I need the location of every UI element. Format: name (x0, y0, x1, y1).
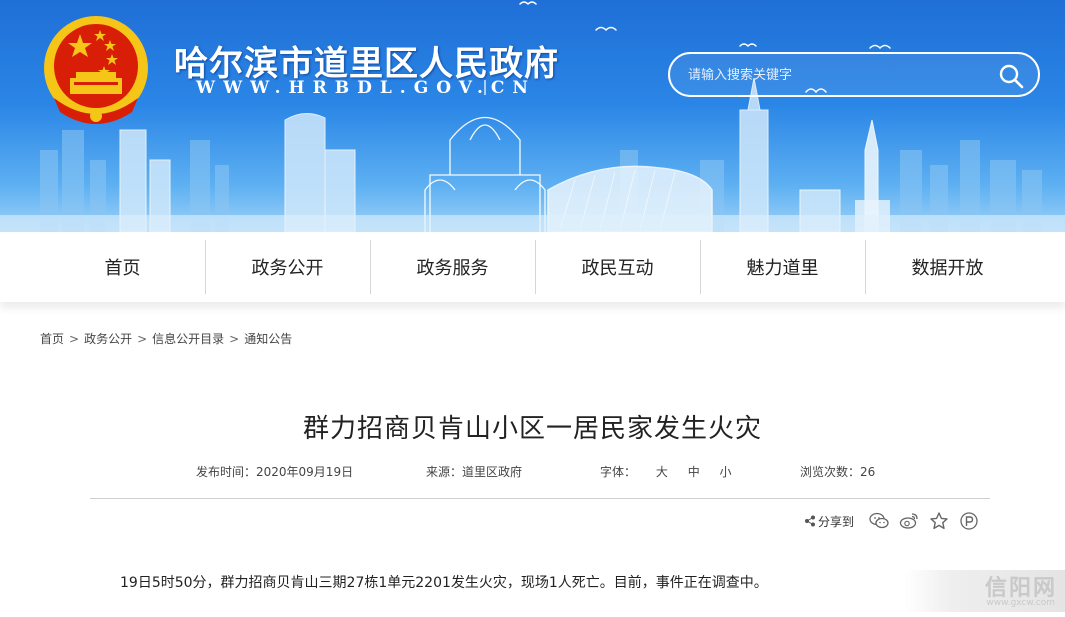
share-icon (805, 515, 815, 527)
font-size-large-button[interactable]: 大 (656, 465, 668, 479)
city-skyline-illustration (0, 1, 1065, 232)
meta-divider (90, 498, 990, 499)
nav-item-home[interactable]: 首页 (40, 232, 205, 302)
breadcrumb-separator: > (229, 332, 240, 346)
share-bar: 分享到 (804, 510, 980, 532)
wechat-icon[interactable] (868, 510, 890, 532)
nav-item-open-data[interactable]: 数据开放 (865, 232, 1030, 302)
share-label: 分享到 (818, 514, 855, 529)
font-size-control: 字体： 大 中 小 (600, 463, 732, 480)
nav-item-gov-services[interactable]: 政务服务 (370, 232, 535, 302)
share-label-group: 分享到 (804, 513, 854, 530)
font-size-medium-button[interactable]: 中 (688, 465, 700, 479)
site-url: WWW.HRBDL.GOV.CN (196, 78, 536, 98)
search-icon[interactable] (998, 63, 1024, 89)
watermark: 信阳网 www.gxcw.com (905, 570, 1065, 612)
watermark-url: www.gxcw.com (986, 598, 1055, 608)
search-input[interactable] (688, 64, 978, 86)
publish-time: 发布时间：2020年09月19日 (196, 465, 354, 479)
nav-item-charm-daoli[interactable]: 魅力道里 (700, 232, 865, 302)
nav-item-interaction[interactable]: 政民互动 (535, 232, 700, 302)
breadcrumb-separator: > (137, 332, 148, 346)
font-size-label: 字体： (600, 465, 637, 479)
breadcrumb-separator: > (69, 332, 80, 346)
article-title: 群力招商贝肯山小区一居民家发生火灾 (302, 414, 762, 444)
favorite-star-icon[interactable] (928, 510, 950, 532)
breadcrumb-gov-affairs[interactable]: 政务公开 (84, 332, 132, 346)
breadcrumb: 首页 > 政务公开 > 信息公开目录 > 通知公告 (40, 330, 292, 347)
national-emblem-icon (44, 16, 148, 124)
font-size-small-button[interactable]: 小 (720, 465, 732, 479)
breadcrumb-notices[interactable]: 通知公告 (244, 332, 292, 346)
breadcrumb-home[interactable]: 首页 (40, 332, 64, 346)
qzone-icon[interactable] (958, 510, 980, 532)
weibo-icon[interactable] (898, 510, 920, 532)
view-count: 浏览次数：26 (800, 465, 876, 479)
site-header: 哈尔滨市道里区人民政府 WWW.HRBDL.GOV.CN (0, 0, 1065, 232)
main-nav: 首页 政务公开 政务服务 政民互动 魅力道里 数据开放 (0, 232, 1065, 302)
article-body: 19日5时50分，群力招商贝肯山三期27栋1单元2201发生火灾，现场1人死亡。… (120, 575, 768, 591)
breadcrumb-info-catalog[interactable]: 信息公开目录 (152, 332, 224, 346)
search-box (668, 52, 1040, 97)
nav-item-gov-affairs[interactable]: 政务公开 (205, 232, 370, 302)
article-source: 来源：道里区政府 (426, 465, 523, 479)
